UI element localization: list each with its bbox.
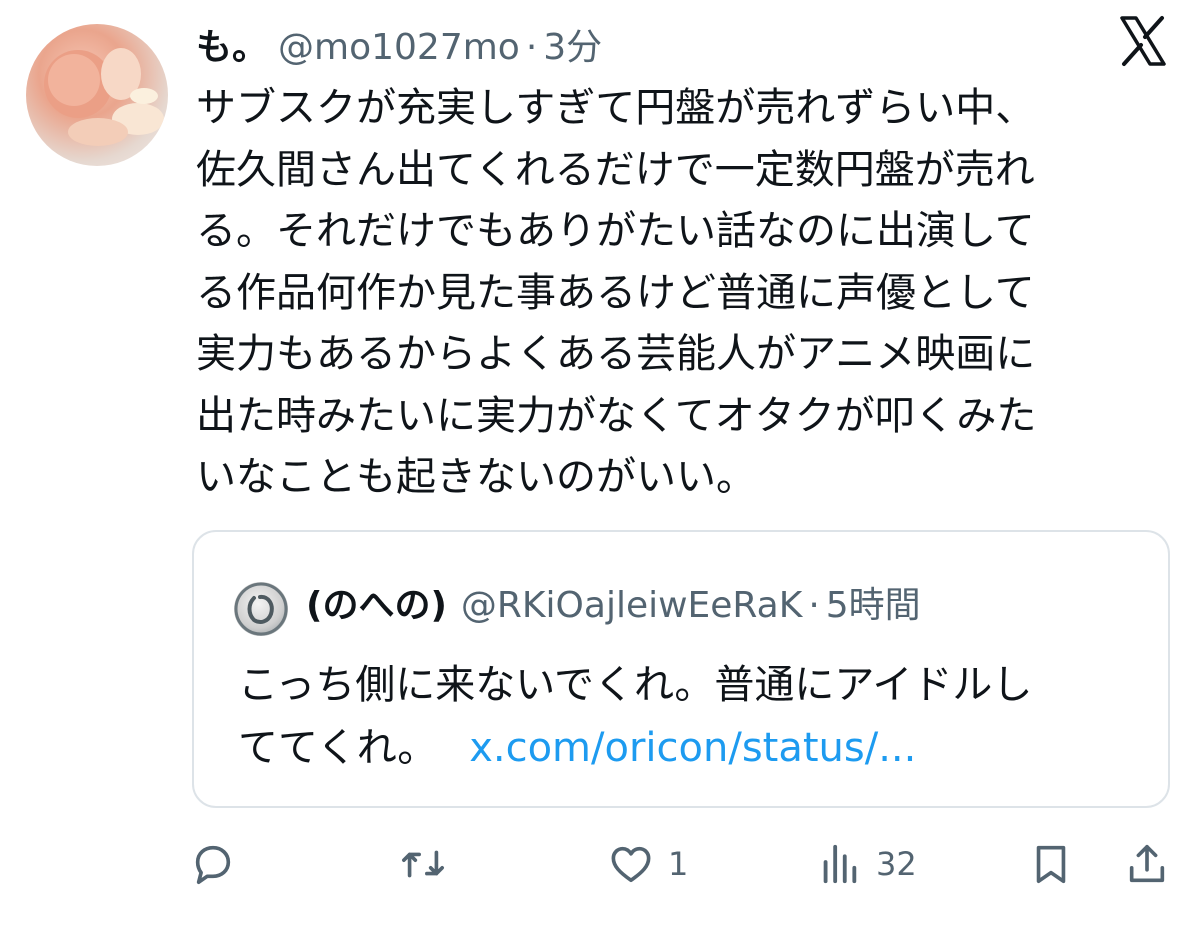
reply-icon (195, 845, 231, 885)
reply-button[interactable] (190, 836, 236, 892)
avatar-peach-image (44, 48, 164, 146)
quoted-avatar[interactable] (234, 582, 288, 636)
quoted-tweet-card[interactable]: (のへの) @RKiOajleiwEeRaK · 5時間 こっち側に来ないでくれ… (192, 530, 1170, 808)
share-button[interactable] (1124, 836, 1170, 892)
tweet-text-line: サブスクが充実しすぎて円盤が売れずらい中、 (196, 85, 1036, 131)
quoted-user-handle[interactable]: @RKiOajleiwEeRaK (461, 585, 802, 626)
heart-icon (611, 846, 651, 883)
views-count: 32 (876, 845, 917, 883)
like-button[interactable]: 1 (608, 836, 688, 892)
like-count: 1 (668, 845, 689, 883)
views-button[interactable]: 32 (816, 836, 917, 892)
timestamp[interactable]: 3分 (543, 18, 602, 70)
bookmark-button[interactable] (1028, 836, 1074, 892)
quoted-header: (のへの) @RKiOajleiwEeRaK · 5時間 (306, 576, 921, 628)
quoted-display-name[interactable]: (のへの) (306, 576, 447, 628)
quoted-header-separator: · (808, 585, 820, 626)
retweet-icon (402, 850, 444, 878)
tweet-text: サブスクが充実しすぎて円盤が売れずらい中、 佐久間さん出てくれるだけで一定数円盤… (196, 78, 1146, 509)
tweet-text-line: 佐久間さん出てくれるだけで一定数円盤が売れ (196, 146, 1035, 193)
tweet-text-line: る作品何作か見た事あるけど普通に声優として (196, 269, 1035, 316)
quoted-text-line: こっち側に来ないでくれ。普通にアイドルし (238, 662, 1033, 708)
tweet-text-line: る。それだけでもありがたい話なのに出演して (196, 208, 1035, 254)
quoted-link[interactable]: x.com/oricon/status/... (469, 725, 916, 771)
tweet-text-line: 出た時みたいに実力がなくてオタクが叩くみた (196, 392, 1037, 439)
display-name[interactable]: も。 (196, 18, 268, 70)
quoted-avatar-image (234, 582, 288, 636)
x-logo-icon (1116, 14, 1170, 68)
quoted-text-line-with-link: ててくれ。 x.com/oricon/status/... (238, 717, 1138, 780)
share-icon (1129, 844, 1165, 883)
quoted-tweet-text: こっち側に来ないでくれ。普通にアイドルし ててくれ。 x.com/oricon/s… (238, 654, 1138, 780)
retweet-button[interactable] (400, 836, 446, 892)
views-icon (823, 844, 857, 884)
header-separator: · (525, 27, 538, 68)
user-handle[interactable]: @mo1027mo (278, 27, 520, 68)
tweet-actions-bar: 1 32 (0, 836, 1200, 896)
tweet-header: も。 @mo1027mo · 3分 (196, 18, 602, 70)
quoted-timestamp[interactable]: 5時間 (826, 576, 921, 628)
avatar[interactable] (26, 24, 168, 166)
tweet-text-line: いなことも起きないのがいい。 (196, 454, 756, 500)
bookmark-icon (1036, 845, 1066, 884)
quoted-text-line: ててくれ。 (238, 725, 438, 771)
tweet-text-line: 実力もあるからよくある芸能人がアニメ映画に (196, 331, 1036, 377)
